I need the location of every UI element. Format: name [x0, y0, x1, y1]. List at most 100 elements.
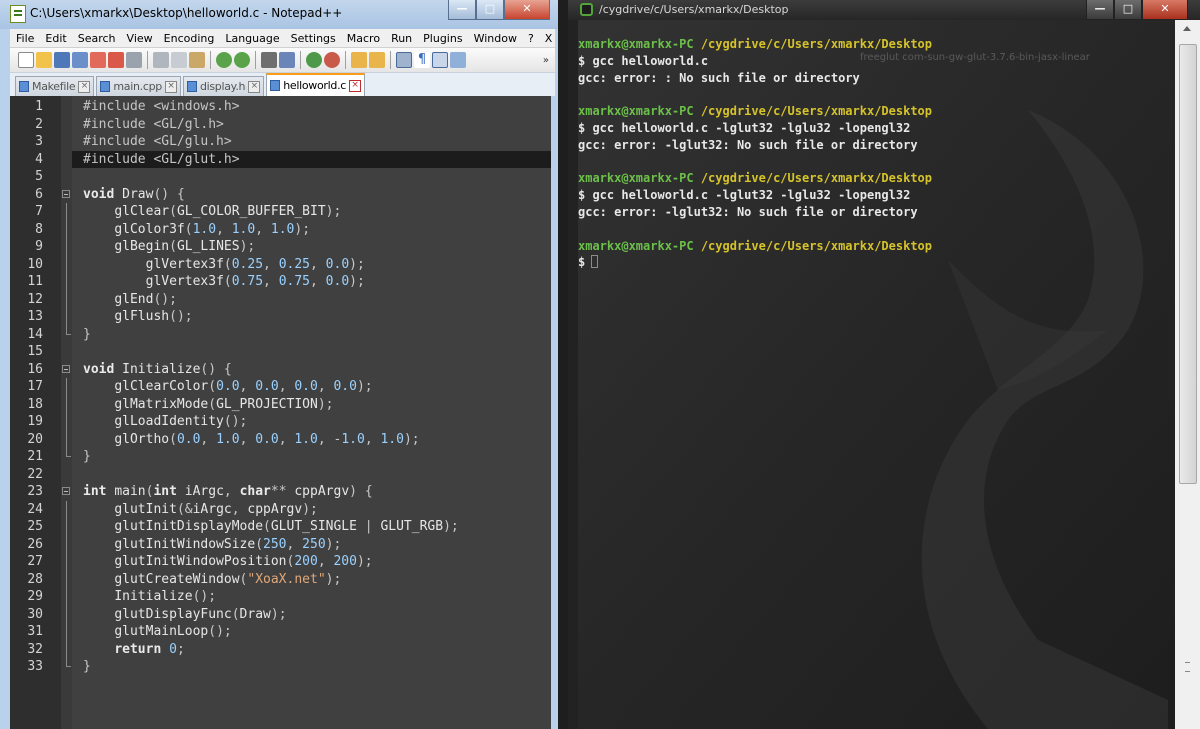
code-line[interactable]: 27 glutInitWindowPosition(200, 200);: [10, 553, 551, 571]
code-line[interactable]: 26 glutInitWindowSize(250, 250);: [10, 535, 551, 554]
code-line[interactable]: 1 #include <windows.h>: [10, 98, 551, 116]
code-line[interactable]: 18 glMatrixMode(GL_PROJECTION);: [10, 395, 551, 414]
code-text[interactable]: glutInitWindowSize(250, 250);: [72, 536, 551, 554]
indent-guide-icon[interactable]: [432, 52, 448, 68]
tab-close-icon[interactable]: ×: [248, 80, 261, 93]
menu-language[interactable]: Language: [225, 32, 279, 45]
code-text[interactable]: glFlush();: [72, 308, 551, 326]
code-text[interactable]: glLoadIdentity();: [72, 413, 551, 431]
code-text[interactable]: glVertex3f(0.25, 0.25, 0.0);: [72, 256, 551, 274]
code-text[interactable]: void Initialize() {: [72, 361, 551, 379]
tab-close-icon[interactable]: ×: [164, 80, 177, 93]
code-text[interactable]: }: [72, 326, 551, 344]
scroll-up-icon[interactable]: [1183, 26, 1191, 31]
code-text[interactable]: glutDisplayFunc(Draw);: [72, 606, 551, 624]
save-all-icon[interactable]: [72, 52, 88, 68]
code-line[interactable]: 11 glVertex3f(0.75, 0.75, 0.0);: [10, 273, 551, 291]
tab-display-h[interactable]: display.h ×: [182, 76, 265, 96]
word-wrap-icon[interactable]: [396, 52, 412, 68]
zoom-in-icon[interactable]: [306, 52, 322, 68]
close-button[interactable]: ✕: [504, 0, 550, 20]
tab-close-icon[interactable]: ×: [349, 79, 362, 92]
sync-horizontal-icon[interactable]: [369, 52, 385, 68]
show-all-chars-icon[interactable]: ¶: [414, 52, 430, 68]
document-map-icon[interactable]: [450, 52, 466, 68]
undo-icon[interactable]: [216, 52, 232, 68]
notepad-title-bar[interactable]: C:\Users\xmarkx\Desktop\helloworld.c - N…: [0, 0, 558, 29]
code-line[interactable]: 30 glutDisplayFunc(Draw);: [10, 605, 551, 624]
paste-icon[interactable]: [189, 52, 205, 68]
code-line[interactable]: 12 glEnd();: [10, 290, 551, 309]
scrollbar-thumb[interactable]: [1179, 44, 1197, 484]
code-line[interactable]: 32 return 0;: [10, 640, 551, 659]
code-line[interactable]: 2 #include <GL/gl.h>: [10, 116, 551, 134]
code-text[interactable]: glEnd();: [72, 291, 551, 309]
close-all-icon[interactable]: [108, 52, 124, 68]
code-line[interactable]: 17 glClearColor(0.0, 0.0, 0.0, 0.0);: [10, 378, 551, 396]
menu-encoding[interactable]: Encoding: [164, 32, 215, 45]
code-line[interactable]: 14}: [10, 325, 551, 344]
code-line[interactable]: 22: [10, 466, 551, 484]
terminal-output[interactable]: xmarkx@xmarkx-PC /cygdrive/c/Users/xmark…: [578, 36, 1178, 729]
terminal-scrollbar[interactable]: [1175, 20, 1200, 729]
code-text[interactable]: int main(int iArgc, char** cppArgv) {: [72, 483, 551, 501]
code-line[interactable]: 29 Initialize();: [10, 588, 551, 606]
close-file-icon[interactable]: [90, 52, 106, 68]
redo-icon[interactable]: [234, 52, 250, 68]
code-text[interactable]: glutInitDisplayMode(GLUT_SINGLE | GLUT_R…: [72, 518, 551, 536]
code-line[interactable]: 28 glutCreateWindow("XoaX.net");: [10, 570, 551, 588]
save-icon[interactable]: [54, 52, 70, 68]
new-file-icon[interactable]: [18, 52, 34, 68]
sync-scroll-icon[interactable]: [351, 52, 367, 68]
minimize-button[interactable]: —: [448, 0, 476, 20]
code-text[interactable]: glClear(GL_COLOR_BUFFER_BIT);: [72, 203, 551, 221]
menu-view[interactable]: View: [127, 32, 153, 45]
menu-edit[interactable]: Edit: [45, 32, 66, 45]
zoom-out-icon[interactable]: [324, 52, 340, 68]
code-line[interactable]: 19 glLoadIdentity();: [10, 413, 551, 431]
code-line[interactable]: 9 glBegin(GL_LINES);: [10, 238, 551, 256]
code-text[interactable]: glBegin(GL_LINES);: [72, 238, 551, 256]
code-line[interactable]: 8 glColor3f(1.0, 1.0, 1.0);: [10, 220, 551, 239]
tab-close-icon[interactable]: ×: [78, 80, 91, 93]
fold-toggle-icon[interactable]: [62, 361, 71, 379]
print-icon[interactable]: [126, 52, 142, 68]
code-text[interactable]: #include <GL/gl.h>: [72, 116, 551, 134]
code-text[interactable]: void Draw() {: [72, 186, 551, 204]
open-file-icon[interactable]: [36, 52, 52, 68]
code-line[interactable]: 5: [10, 168, 551, 186]
menu-help[interactable]: ?: [528, 32, 534, 45]
code-line[interactable]: 25 glutInitDisplayMode(GLUT_SINGLE | GLU…: [10, 518, 551, 536]
code-text[interactable]: glClearColor(0.0, 0.0, 0.0, 0.0);: [72, 378, 551, 396]
code-line[interactable]: 15: [10, 343, 551, 361]
code-text[interactable]: return 0;: [72, 641, 551, 659]
code-line[interactable]: 31 glutMainLoop();: [10, 623, 551, 641]
menu-search[interactable]: Search: [78, 32, 116, 45]
tab-main-cpp[interactable]: main.cpp ×: [96, 76, 181, 96]
code-text[interactable]: [72, 466, 551, 484]
code-text[interactable]: [72, 168, 551, 186]
menu-macro[interactable]: Macro: [347, 32, 380, 45]
code-text[interactable]: glColor3f(1.0, 1.0, 1.0);: [72, 221, 551, 239]
code-text[interactable]: }: [72, 658, 551, 676]
code-text[interactable]: glMatrixMode(GL_PROJECTION);: [72, 396, 551, 414]
code-line[interactable]: 4 #include <GL/glut.h>: [10, 150, 551, 168]
code-text[interactable]: #include <windows.h>: [72, 98, 551, 116]
fold-toggle-icon[interactable]: [62, 186, 71, 204]
code-text[interactable]: }: [72, 448, 551, 466]
menu-run[interactable]: Run: [391, 32, 412, 45]
toolbar-overflow-icon[interactable]: »: [543, 55, 549, 66]
find-icon[interactable]: [261, 52, 277, 68]
code-text[interactable]: [72, 343, 551, 361]
menu-settings[interactable]: Settings: [291, 32, 336, 45]
code-text[interactable]: Initialize();: [72, 588, 551, 606]
code-line[interactable]: 16 void Initialize() {: [10, 361, 551, 379]
code-text[interactable]: glutMainLoop();: [72, 623, 551, 641]
code-line[interactable]: 21}: [10, 448, 551, 466]
code-text[interactable]: #include <GL/glu.h>: [72, 133, 551, 151]
code-line[interactable]: 33}: [10, 658, 551, 676]
code-line[interactable]: 13 glFlush();: [10, 308, 551, 326]
menu-window[interactable]: Window: [474, 32, 517, 45]
cut-icon[interactable]: [153, 52, 169, 68]
replace-icon[interactable]: [279, 52, 295, 68]
